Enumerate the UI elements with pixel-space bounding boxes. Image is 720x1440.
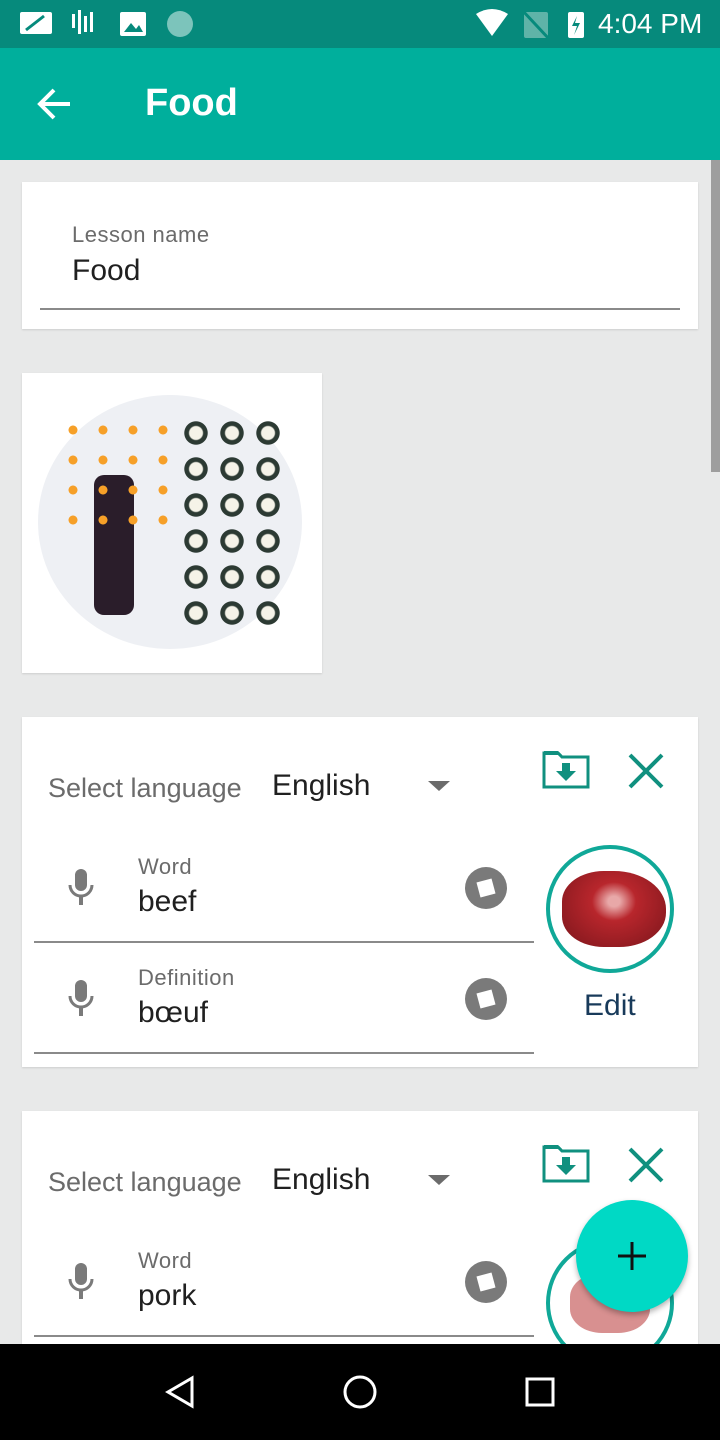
folder-download-icon[interactable] [542,1141,590,1183]
recents-nav-icon[interactable] [524,1376,556,1408]
word-input[interactable]: pork [138,1279,196,1313]
plus-icon [618,1242,646,1270]
dropdown-arrow-icon[interactable] [428,1175,450,1185]
notification-icons [20,10,193,37]
edit-button[interactable]: Edit [584,989,636,1023]
back-nav-icon[interactable] [164,1374,196,1410]
input-underline [40,308,680,310]
definition-input[interactable]: bœuf [138,996,208,1030]
lesson-name-input[interactable]: Food [72,254,140,288]
word-label: Word [138,1248,193,1273]
home-nav-icon[interactable] [342,1374,378,1410]
clock: 4:04 PM [598,8,703,39]
arrow-left-icon[interactable] [36,84,76,124]
language-dropdown[interactable]: English [272,1163,370,1197]
word-label: Word [138,854,193,879]
camera-shutter-icon[interactable] [465,978,507,1020]
input-underline [34,1052,534,1054]
navigation-bar [0,1344,720,1440]
word-card: Select language English Word beef Defini… [22,717,698,1067]
folder-download-icon[interactable] [542,747,590,789]
close-icon[interactable] [626,1145,666,1185]
scrollbar[interactable] [711,160,720,472]
camera-shutter-icon[interactable] [465,1261,507,1303]
lesson-image[interactable] [22,373,322,673]
lesson-name-label: Lesson name [72,222,210,247]
camera-shutter-icon[interactable] [465,867,507,909]
select-language-label: Select language [48,1167,242,1197]
microphone-icon[interactable] [66,1261,96,1301]
microphone-icon[interactable] [66,978,96,1018]
input-underline [34,941,534,943]
system-icons [476,8,584,40]
dropdown-arrow-icon[interactable] [428,781,450,791]
word-image-beef[interactable] [546,845,674,973]
page-title: Food [145,82,238,124]
add-word-fab[interactable] [576,1200,688,1312]
app-bar: Food [0,48,720,160]
close-icon[interactable] [626,751,666,791]
word-input[interactable]: beef [138,885,196,919]
select-language-label: Select language [48,773,242,803]
input-underline [34,1335,534,1337]
lesson-name-card: Lesson name Food [22,182,698,329]
language-dropdown[interactable]: English [272,769,370,803]
status-bar: 4:04 PM [0,0,720,48]
definition-label: Definition [138,965,235,990]
microphone-icon[interactable] [66,867,96,907]
